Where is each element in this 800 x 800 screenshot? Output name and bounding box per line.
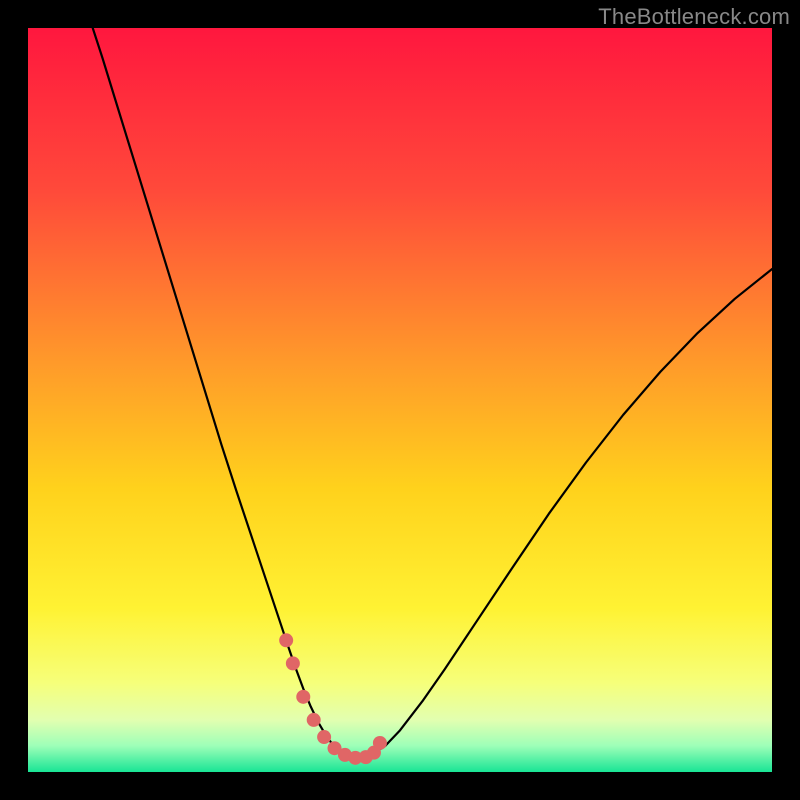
trough-marker — [317, 730, 331, 744]
chart-frame — [28, 28, 772, 772]
watermark-text: TheBottleneck.com — [598, 4, 790, 30]
trough-marker — [307, 713, 321, 727]
trough-marker — [286, 656, 300, 670]
chart-svg — [28, 28, 772, 772]
trough-marker — [279, 633, 293, 647]
trough-marker — [296, 690, 310, 704]
trough-marker — [373, 736, 387, 750]
gradient-background — [28, 28, 772, 772]
